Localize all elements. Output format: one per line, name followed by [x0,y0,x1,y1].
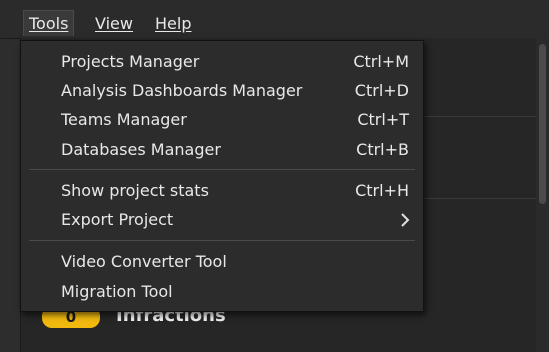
menu-item-label: Show project stats [61,181,209,200]
menu-item-export-project[interactable]: Export Project [21,207,423,236]
menu-item-shortcut: Ctrl+M [353,52,409,71]
menu-item-label: Export Project [61,210,174,229]
menu-item-show-project-stats[interactable]: Show project stats Ctrl+H [21,178,423,207]
menu-tools[interactable]: Tools [23,10,75,36]
menu-view-label: View [95,14,133,33]
menu-item-shortcut: Ctrl+B [356,140,409,159]
menu-separator [29,240,415,241]
chevron-right-icon [401,213,410,227]
menu-help[interactable]: Help [155,14,191,34]
menu-separator [29,169,415,170]
menu-item-shortcut: Ctrl+H [355,181,409,200]
divider [421,116,549,117]
menu-help-label: Help [155,14,192,33]
menu-item-label: Databases Manager [61,140,221,159]
divider [421,198,549,199]
menu-item-teams-manager[interactable]: Teams Manager Ctrl+T [21,107,423,136]
menu-item-label: Projects Manager [61,52,200,71]
menu-bar: Tools View Help [0,0,549,39]
menu-item-databases-manager[interactable]: Databases Manager Ctrl+B [21,137,423,166]
menu-item-shortcut: Ctrl+T [357,110,409,129]
menu-item-analysis-dashboards-manager[interactable]: Analysis Dashboards Manager Ctrl+D [21,78,423,107]
menu-view[interactable]: View [95,14,133,34]
menu-item-shortcut: Ctrl+D [354,81,409,100]
menu-item-video-converter-tool[interactable]: Video Converter Tool [21,249,423,278]
scrollbar-thumb[interactable] [539,44,546,204]
menu-tools-label: Tools [29,14,69,33]
tools-dropdown-menu: Projects Manager Ctrl+M Analysis Dashboa… [20,40,424,312]
menu-item-projects-manager[interactable]: Projects Manager Ctrl+M [21,49,423,78]
menu-item-label: Migration Tool [61,282,173,301]
menu-item-label: Analysis Dashboards Manager [61,81,303,100]
menu-item-label: Video Converter Tool [61,252,227,271]
menu-item-label: Teams Manager [61,110,187,129]
menu-item-migration-tool[interactable]: Migration Tool [21,279,423,308]
